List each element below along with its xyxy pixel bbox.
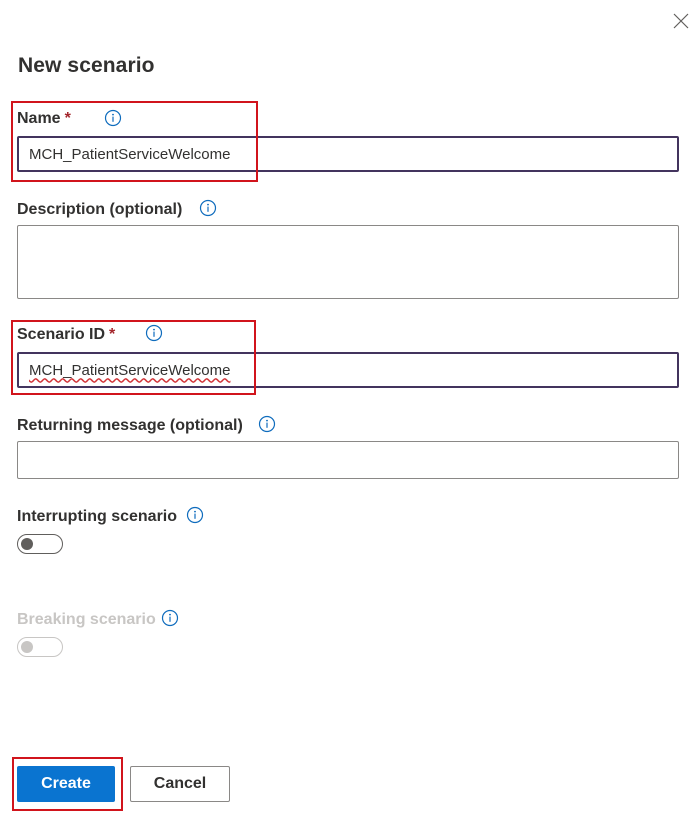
returning-message-label: Returning message (optional) xyxy=(17,417,243,434)
breaking-scenario-toggle xyxy=(17,637,63,657)
info-icon[interactable] xyxy=(145,324,163,342)
scenario-id-input[interactable]: MCH_PatientServiceWelcome xyxy=(17,352,679,388)
interrupting-scenario-toggle[interactable] xyxy=(17,534,63,554)
create-button[interactable]: Create xyxy=(17,766,115,802)
info-icon[interactable] xyxy=(186,506,204,524)
panel-title: New scenario xyxy=(18,54,155,77)
scenario-id-label-text: Scenario ID xyxy=(17,326,106,343)
scenario-id-value: MCH_PatientServiceWelcome xyxy=(29,361,231,379)
toggle-knob xyxy=(21,538,33,550)
info-icon[interactable] xyxy=(199,199,217,217)
toggle-knob xyxy=(21,641,33,653)
info-icon[interactable] xyxy=(258,415,276,433)
cancel-button[interactable]: Cancel xyxy=(130,766,230,802)
name-required-mark: * xyxy=(64,110,71,127)
scenario-id-label: Scenario ID * xyxy=(17,326,115,344)
info-icon[interactable] xyxy=(161,609,179,627)
returning-message-input[interactable] xyxy=(17,441,679,479)
info-icon[interactable] xyxy=(104,109,122,127)
close-button[interactable] xyxy=(668,8,694,34)
description-label: Description (optional) xyxy=(17,201,183,218)
description-input[interactable] xyxy=(17,225,679,299)
interrupting-scenario-label: Interrupting scenario xyxy=(17,508,178,525)
name-label-text: Name xyxy=(17,110,61,127)
scenario-id-required-mark: * xyxy=(109,326,116,343)
close-icon xyxy=(673,13,689,29)
name-input[interactable] xyxy=(17,136,679,172)
breaking-scenario-label: Breaking scenario xyxy=(17,611,156,628)
name-label: Name * xyxy=(17,110,71,128)
